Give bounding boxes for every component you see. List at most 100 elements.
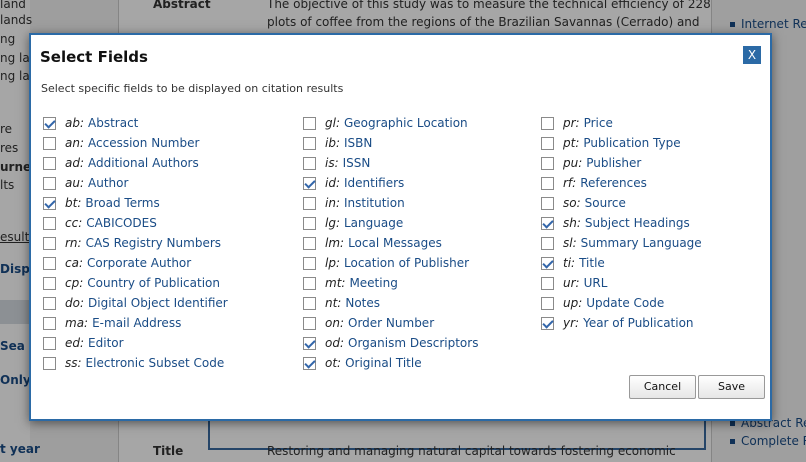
field-option[interactable]: ur: URL [541, 273, 702, 293]
field-label[interactable]: CAS Registry Numbers [86, 236, 221, 250]
field-option[interactable]: nt: Notes [303, 293, 478, 313]
field-checkbox[interactable] [541, 176, 554, 190]
field-checkbox[interactable] [541, 196, 554, 210]
field-checkbox[interactable] [303, 256, 316, 270]
field-option[interactable]: cc: CABICODES [43, 213, 228, 233]
field-option[interactable]: in: Institution [303, 193, 478, 213]
field-option[interactable]: rn: CAS Registry Numbers [43, 233, 228, 253]
field-label[interactable]: Subject Headings [585, 216, 690, 230]
field-checkbox[interactable] [43, 176, 56, 190]
field-checkbox[interactable] [303, 176, 316, 190]
field-checkbox[interactable] [541, 316, 554, 330]
field-option[interactable]: on: Order Number [303, 313, 478, 333]
close-button[interactable]: X [743, 46, 761, 64]
cancel-button[interactable]: Cancel [629, 375, 696, 399]
field-option[interactable]: lm: Local Messages [303, 233, 478, 253]
field-label[interactable]: Institution [344, 196, 405, 210]
field-label[interactable]: Broad Terms [85, 196, 159, 210]
field-label[interactable]: Geographic Location [344, 116, 468, 130]
field-label[interactable]: Notes [345, 296, 380, 310]
field-option[interactable]: pt: Publication Type [541, 133, 702, 153]
field-option[interactable]: ot: Original Title [303, 353, 478, 373]
field-label[interactable]: Language [344, 216, 403, 230]
field-option[interactable]: pu: Publisher [541, 153, 702, 173]
field-checkbox[interactable] [303, 216, 316, 230]
field-option[interactable]: od: Organism Descriptors [303, 333, 478, 353]
field-checkbox[interactable] [43, 196, 56, 210]
field-option[interactable]: au: Author [43, 173, 228, 193]
field-label[interactable]: E-mail Address [92, 316, 181, 330]
field-label[interactable]: Digital Object Identifier [88, 296, 228, 310]
field-label[interactable]: Country of Publication [87, 276, 220, 290]
field-checkbox[interactable] [43, 356, 56, 370]
field-checkbox[interactable] [43, 336, 56, 350]
save-button[interactable]: Save [698, 375, 765, 399]
field-label[interactable]: Year of Publication [583, 316, 693, 330]
field-option[interactable]: ib: ISBN [303, 133, 478, 153]
field-label[interactable]: ISBN [344, 136, 372, 150]
field-checkbox[interactable] [43, 316, 56, 330]
field-checkbox[interactable] [303, 196, 316, 210]
field-option[interactable]: ti: Title [541, 253, 702, 273]
field-label[interactable]: Editor [88, 336, 124, 350]
field-checkbox[interactable] [303, 136, 316, 150]
field-checkbox[interactable] [541, 156, 554, 170]
field-option[interactable]: do: Digital Object Identifier [43, 293, 228, 313]
field-label[interactable]: Publication Type [583, 136, 680, 150]
field-option[interactable]: bt: Broad Terms [43, 193, 228, 213]
field-label[interactable]: Summary Language [581, 236, 702, 250]
field-checkbox[interactable] [541, 116, 554, 130]
field-checkbox[interactable] [43, 256, 56, 270]
field-label[interactable]: References [580, 176, 647, 190]
field-option[interactable]: lg: Language [303, 213, 478, 233]
field-checkbox[interactable] [43, 216, 56, 230]
field-checkbox[interactable] [541, 216, 554, 230]
field-label[interactable]: Identifiers [344, 176, 404, 190]
field-label[interactable]: Original Title [345, 356, 422, 370]
field-checkbox[interactable] [541, 296, 554, 310]
field-option[interactable]: gl: Geographic Location [303, 113, 478, 133]
field-option[interactable]: mt: Meeting [303, 273, 478, 293]
field-checkbox[interactable] [303, 276, 316, 290]
field-label[interactable]: Corporate Author [87, 256, 191, 270]
field-label[interactable]: Update Code [586, 296, 664, 310]
field-option[interactable]: ca: Corporate Author [43, 253, 228, 273]
field-checkbox[interactable] [43, 236, 56, 250]
field-label[interactable]: Accession Number [88, 136, 199, 150]
field-option[interactable]: yr: Year of Publication [541, 313, 702, 333]
field-label[interactable]: Organism Descriptors [348, 336, 478, 350]
field-option[interactable]: is: ISSN [303, 153, 478, 173]
field-checkbox[interactable] [541, 236, 554, 250]
field-label[interactable]: Location of Publisher [344, 256, 469, 270]
field-checkbox[interactable] [303, 156, 316, 170]
field-checkbox[interactable] [303, 356, 316, 370]
field-checkbox[interactable] [303, 296, 316, 310]
field-checkbox[interactable] [43, 276, 56, 290]
field-option[interactable]: an: Accession Number [43, 133, 228, 153]
field-label[interactable]: Source [585, 196, 626, 210]
field-option[interactable]: up: Update Code [541, 293, 702, 313]
field-label[interactable]: Additional Authors [88, 156, 199, 170]
field-checkbox[interactable] [43, 296, 56, 310]
field-option[interactable]: sh: Subject Headings [541, 213, 702, 233]
field-option[interactable]: so: Source [541, 193, 702, 213]
field-option[interactable]: rf: References [541, 173, 702, 193]
field-option[interactable]: cp: Country of Publication [43, 273, 228, 293]
field-label[interactable]: Title [579, 256, 605, 270]
field-checkbox[interactable] [303, 316, 316, 330]
field-label[interactable]: Order Number [348, 316, 434, 330]
field-label[interactable]: Local Messages [348, 236, 442, 250]
field-option[interactable]: ad: Additional Authors [43, 153, 228, 173]
field-label[interactable]: Meeting [349, 276, 397, 290]
field-checkbox[interactable] [541, 276, 554, 290]
field-checkbox[interactable] [43, 116, 56, 130]
field-option[interactable]: ed: Editor [43, 333, 228, 353]
field-label[interactable]: CABICODES [86, 216, 157, 230]
field-checkbox[interactable] [303, 236, 316, 250]
field-option[interactable]: ab: Abstract [43, 113, 228, 133]
field-option[interactable]: lp: Location of Publisher [303, 253, 478, 273]
field-checkbox[interactable] [303, 336, 316, 350]
field-label[interactable]: Electronic Subset Code [86, 356, 225, 370]
field-checkbox[interactable] [43, 136, 56, 150]
field-label[interactable]: URL [584, 276, 608, 290]
